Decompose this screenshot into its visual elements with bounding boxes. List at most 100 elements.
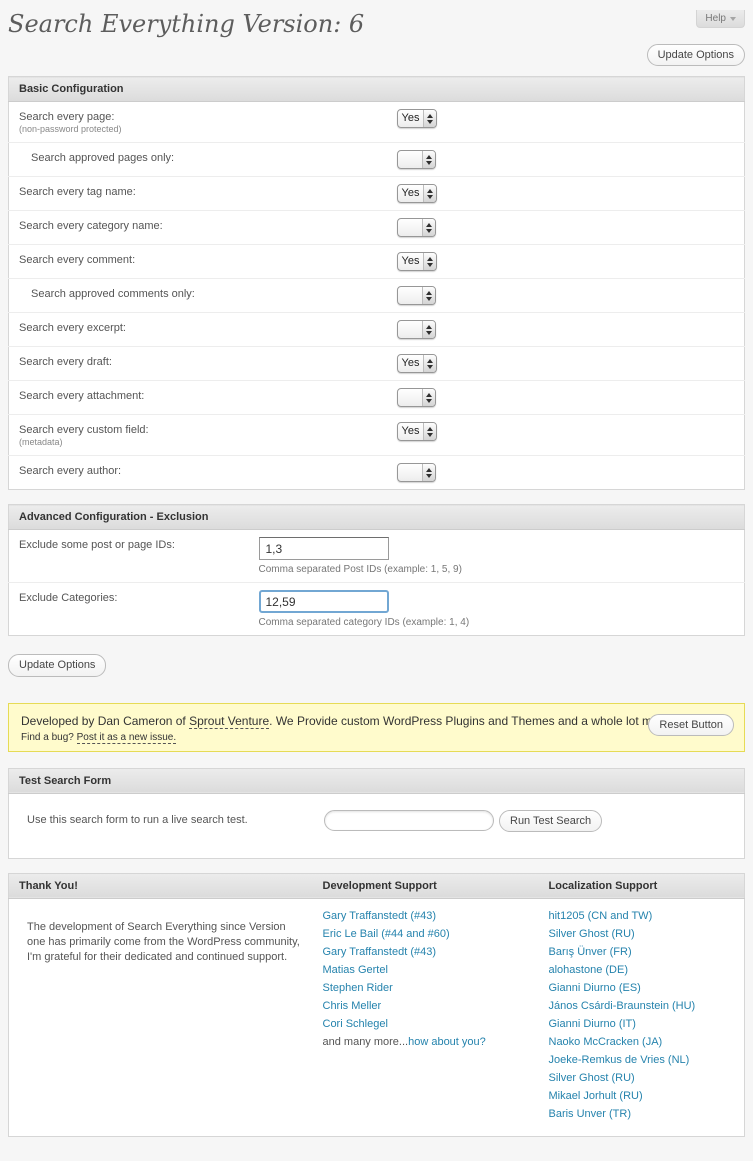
report-issue-link[interactable]: Post it as a new issue. xyxy=(77,732,177,744)
setting-label: Search every excerpt: xyxy=(19,320,377,335)
config-row: Search every tag name: Yes xyxy=(9,177,745,211)
contributor-link[interactable]: Silver Ghost (RU) xyxy=(549,928,635,940)
contributor-link[interactable]: Eric Le Bail (#44 and #60) xyxy=(323,928,450,940)
contributor-link[interactable]: Gary Traffanstedt (#43) xyxy=(323,946,437,958)
reset-button[interactable]: Reset Button xyxy=(648,714,734,736)
bug-report-line: Find a bug? Post it as a new issue. xyxy=(21,732,732,743)
yes-no-select[interactable]: Yes xyxy=(397,109,438,128)
select-value xyxy=(398,464,422,481)
contributor-link[interactable]: Gianni Diurno (ES) xyxy=(549,982,641,994)
list-item: Gary Traffanstedt (#43) xyxy=(323,944,529,960)
config-row: Search every comment: Yes xyxy=(9,245,745,279)
list-item: Joeke-Remkus de Vries (NL) xyxy=(549,1052,735,1068)
test-search-form-table: Test Search Form Use this search form to… xyxy=(8,768,745,859)
contributor-link[interactable]: János Csárdi-Braunstein (HU) xyxy=(549,1000,696,1012)
list-item: Chris Meller xyxy=(323,998,529,1014)
config-row: Search every attachment: xyxy=(9,381,745,415)
setting-label: Search every category name: xyxy=(19,218,377,233)
config-row: Search every category name: xyxy=(9,211,745,245)
developer-notice: Reset Button Developed by Dan Cameron of… xyxy=(8,703,745,752)
top-actions: Update Options xyxy=(8,44,745,66)
list-item: János Csárdi-Braunstein (HU) xyxy=(549,998,735,1014)
exclude-categories-help: Comma separated category IDs (example: 1… xyxy=(259,617,735,628)
yes-no-select[interactable] xyxy=(397,150,436,169)
yes-no-select[interactable] xyxy=(397,463,436,482)
contributor-link[interactable]: Naoko McCracken (JA) xyxy=(549,1036,663,1048)
bug-text: Find a bug? xyxy=(21,732,77,743)
select-stepper-icon xyxy=(422,219,435,236)
select-value: Yes xyxy=(398,423,424,440)
exclude-posts-row: Exclude some post or page IDs: Comma sep… xyxy=(9,530,745,583)
thank-you-header: Thank You! xyxy=(9,873,313,898)
sprout-venture-link[interactable]: Sprout Venture xyxy=(189,714,269,729)
yes-no-select[interactable] xyxy=(397,388,436,407)
update-options-button-bottom[interactable]: Update Options xyxy=(8,654,106,676)
config-row: Search every author: xyxy=(9,456,745,490)
contributor-link[interactable]: Cori Schlegel xyxy=(323,1018,388,1030)
test-search-input[interactable] xyxy=(324,810,494,831)
config-row: Search every draft: Yes xyxy=(9,347,745,381)
yes-no-select[interactable]: Yes xyxy=(397,354,438,373)
contributor-link[interactable]: Stephen Rider xyxy=(323,982,393,994)
yes-no-select[interactable] xyxy=(397,218,436,237)
list-item: Stephen Rider xyxy=(323,980,529,996)
contributor-link[interactable]: Barış Ünver (FR) xyxy=(549,946,632,958)
select-value xyxy=(398,389,422,406)
test-search-description: Use this search form to run a live searc… xyxy=(27,810,324,826)
contributor-link[interactable]: hit1205 (CN and TW) xyxy=(549,910,653,922)
update-options-button-top[interactable]: Update Options xyxy=(647,44,745,66)
more-contributors-text: and many more... xyxy=(323,1036,409,1048)
contributor-link[interactable]: Joeke-Remkus de Vries (NL) xyxy=(549,1054,690,1066)
setting-label: Search approved comments only: xyxy=(19,286,377,301)
exclude-post-ids-help: Comma separated Post IDs (example: 1, 5,… xyxy=(259,564,735,575)
list-item: Mikael Jorhult (RU) xyxy=(549,1088,735,1104)
yes-no-select[interactable] xyxy=(397,286,436,305)
yes-no-select[interactable]: Yes xyxy=(397,252,438,271)
select-value: Yes xyxy=(398,253,424,270)
localization-support-header: Localization Support xyxy=(539,873,745,898)
yes-no-select[interactable]: Yes xyxy=(397,184,438,203)
test-search-form-header: Test Search Form xyxy=(9,768,745,793)
list-item: Silver Ghost (RU) xyxy=(549,926,735,942)
exclude-post-ids-input[interactable] xyxy=(259,537,389,560)
help-label: Help xyxy=(705,13,726,24)
config-row: Search every custom field: (metadata) Ye… xyxy=(9,415,745,456)
list-item: Matias Gertel xyxy=(323,962,529,978)
select-stepper-icon xyxy=(422,321,435,338)
test-search-controls: Run Test Search xyxy=(324,810,602,832)
contributor-link[interactable]: Silver Ghost (RU) xyxy=(549,1072,635,1084)
yes-no-select[interactable]: Yes xyxy=(397,422,438,441)
contributor-link[interactable]: Gianni Diurno (IT) xyxy=(549,1018,636,1030)
list-item: hit1205 (CN and TW) xyxy=(549,908,735,924)
contributor-link[interactable]: Baris Unver (TR) xyxy=(549,1108,632,1120)
contributor-link[interactable]: Gary Traffanstedt (#43) xyxy=(323,910,437,922)
help-menu-button[interactable]: Help xyxy=(696,10,745,28)
contributor-link[interactable]: Matias Gertel xyxy=(323,964,388,976)
exclude-categories-input[interactable] xyxy=(259,590,389,613)
advanced-configuration-table: Advanced Configuration - Exclusion Exclu… xyxy=(8,504,745,636)
submit-row: Update Options xyxy=(8,654,745,676)
setting-label: Search every custom field: xyxy=(19,422,377,437)
select-stepper-icon xyxy=(423,185,436,202)
contributor-link[interactable]: Chris Meller xyxy=(323,1000,382,1012)
how-about-you-link[interactable]: how about you? xyxy=(408,1036,486,1048)
select-value xyxy=(398,287,422,304)
select-stepper-icon xyxy=(422,287,435,304)
contributor-link[interactable]: Mikael Jorhult (RU) xyxy=(549,1090,643,1102)
chevron-down-icon xyxy=(730,17,736,21)
thank-you-message: The development of Search Everything sin… xyxy=(27,920,303,965)
select-stepper-icon xyxy=(423,423,436,440)
basic-configuration-header: Basic Configuration xyxy=(9,77,745,102)
list-item: Cori Schlegel xyxy=(323,1016,529,1032)
list-item: Barış Ünver (FR) xyxy=(549,944,735,960)
developer-credit-line: Developed by Dan Cameron of Sprout Ventu… xyxy=(21,713,732,729)
config-row: Search approved comments only: xyxy=(9,279,745,313)
credit-text-suffix: . We Provide custom WordPress Plugins an… xyxy=(269,714,673,728)
select-stepper-icon xyxy=(422,151,435,168)
yes-no-select[interactable] xyxy=(397,320,436,339)
run-test-search-button[interactable]: Run Test Search xyxy=(499,810,602,832)
list-item: Gary Traffanstedt (#43) xyxy=(323,908,529,924)
select-stepper-icon xyxy=(422,389,435,406)
contributor-link[interactable]: alohastone (DE) xyxy=(549,964,629,976)
search-everything-settings-page: Help Search Everything Version: 6 Update… xyxy=(0,10,753,1161)
